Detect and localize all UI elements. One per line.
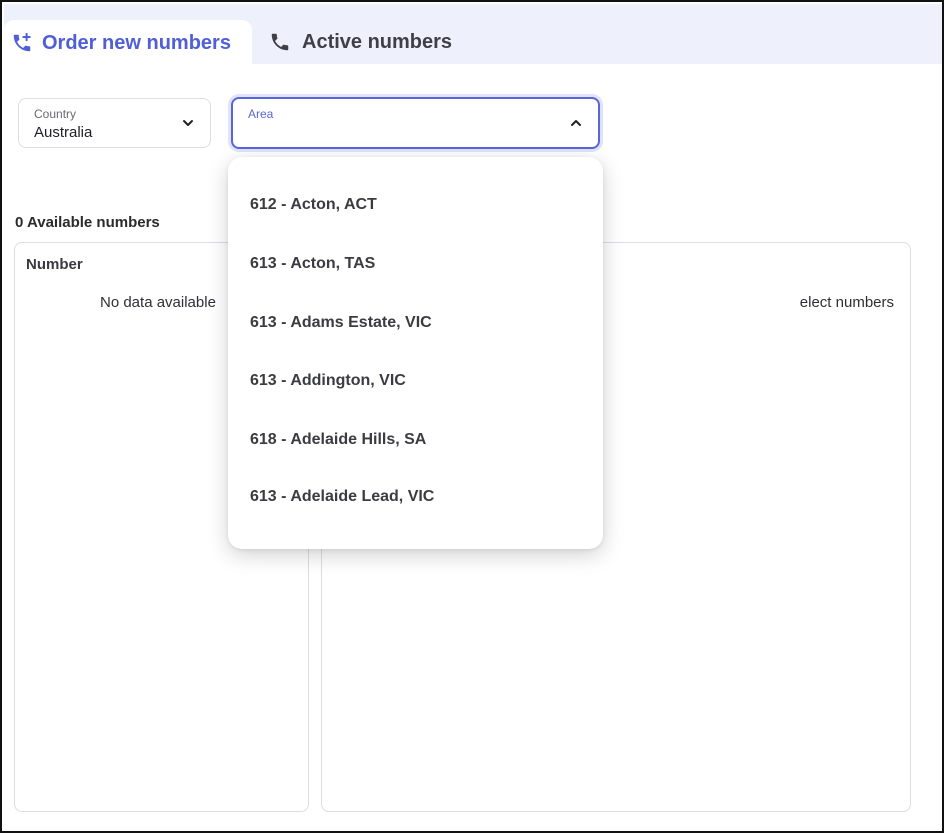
tab-bar: Order new numbers Active numbers: [4, 4, 942, 66]
area-option[interactable]: 612 - Acton, ACT: [250, 196, 377, 214]
phone-plus-icon: [10, 31, 34, 55]
tab-order-new-numbers[interactable]: Order new numbers: [4, 20, 252, 66]
area-option[interactable]: 613 - Acton, TAS: [250, 255, 375, 273]
app-window: Order new numbers Active numbers Country…: [0, 0, 944, 833]
available-numbers-title: 0 Available numbers: [15, 214, 160, 231]
tab-label: Active numbers: [302, 30, 453, 53]
country-value: Australia: [34, 124, 93, 141]
phone-icon: [268, 30, 292, 54]
tab-active-numbers[interactable]: Active numbers: [268, 20, 452, 64]
chevron-down-icon: [180, 115, 196, 131]
area-select[interactable]: Area: [231, 97, 600, 149]
area-option[interactable]: 613 - Adelaide Lead, VIC: [250, 488, 434, 506]
area-option[interactable]: 613 - Addington, VIC: [250, 372, 406, 390]
area-option[interactable]: 613 - Adams Estate, VIC: [250, 314, 432, 332]
number-column-header: Number: [26, 256, 83, 273]
no-data-message: No data available: [100, 294, 216, 311]
country-select[interactable]: Country Australia: [18, 98, 211, 148]
area-label: Area: [248, 107, 274, 121]
area-option[interactable]: 618 - Adelaide Hills, SA: [250, 431, 426, 449]
area-dropdown-menu: 612 - Acton, ACT 613 - Acton, TAS 613 - …: [228, 157, 603, 549]
country-label: Country: [34, 107, 77, 121]
tab-label: Order new numbers: [42, 31, 231, 54]
chevron-up-icon: [568, 115, 584, 131]
